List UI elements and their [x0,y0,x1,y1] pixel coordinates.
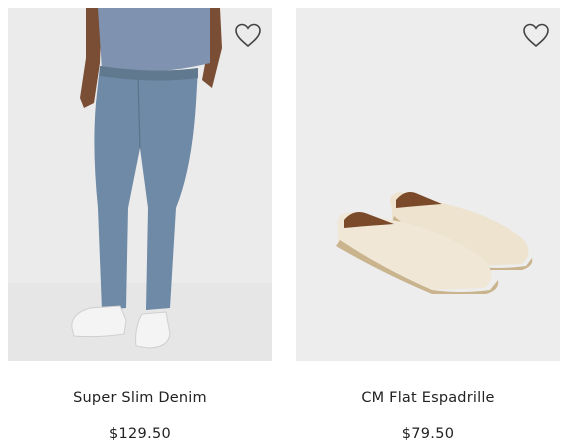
product-card-super-slim-denim[interactable]: Super Slim Denim $129.50 [8,0,272,448]
product-price: $79.50 [401,426,455,442]
product-name[interactable]: Super Slim Denim [8,390,272,406]
product-name[interactable]: CM Flat Espadrille [296,390,560,406]
denim-model-illustration [8,8,272,361]
favorite-button[interactable] [234,22,262,48]
favorite-button[interactable] [522,22,550,48]
product-card-cm-flat-espadrille[interactable]: CM Flat Espadrille $79.50 [296,0,560,448]
product-image-espadrille[interactable] [296,8,560,361]
product-price: $129.50 [108,426,172,442]
product-image-denim[interactable] [8,8,272,361]
heart-outline-icon [523,23,549,48]
heart-outline-icon [235,23,261,48]
espadrille-illustration [296,8,560,361]
